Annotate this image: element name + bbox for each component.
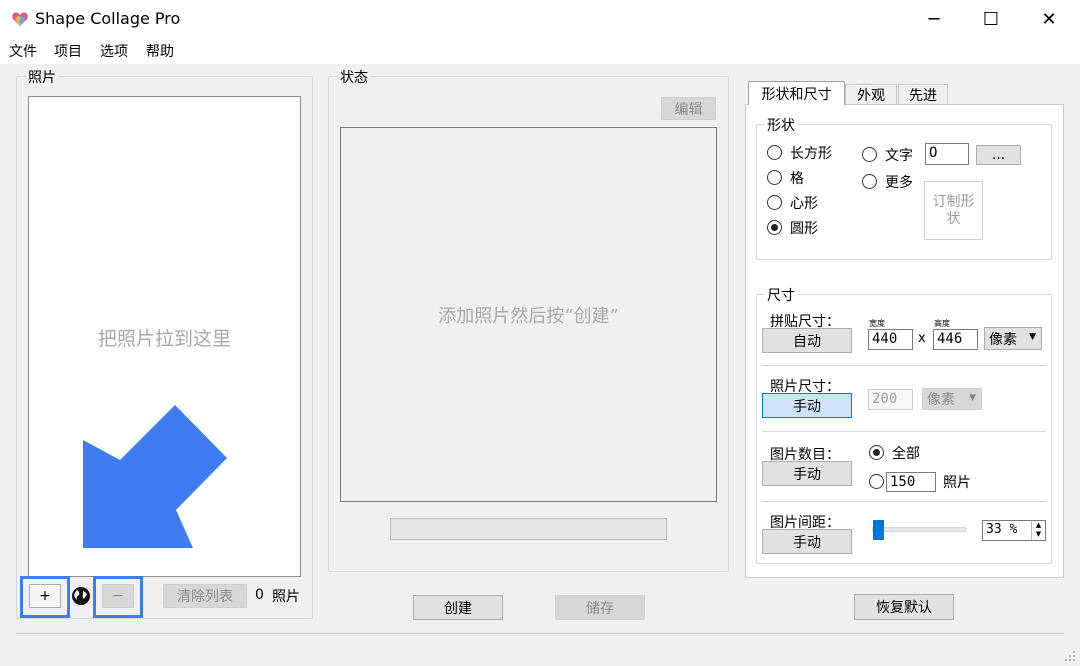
globe-icon[interactable] — [71, 586, 91, 606]
photo-count-unit: 照片 — [272, 589, 300, 605]
photo-drop-hint: 把照片拉到这里 — [97, 328, 231, 350]
height-caption: 高度 — [934, 319, 950, 328]
tab-shape-size[interactable]: 形状和尺寸 — [748, 81, 845, 105]
count-unit-label: 照片 — [943, 475, 971, 491]
menu-project[interactable]: 项目 — [54, 41, 82, 61]
restore-defaults-button[interactable]: 恢复默认 — [854, 594, 954, 620]
preview-hint: 添加照片然后按“创建” — [438, 306, 619, 327]
menu-help[interactable]: 帮助 — [146, 41, 174, 61]
edit-button[interactable]: 编辑 — [661, 97, 716, 120]
close-button[interactable]: ✕ — [1020, 0, 1078, 38]
tab-appearance[interactable]: 外观 — [845, 84, 897, 105]
app-logo-icon — [10, 9, 30, 29]
size-separator-2 — [762, 431, 1046, 432]
minimize-button[interactable]: ─ — [905, 0, 963, 38]
progress-bar — [390, 518, 667, 540]
size-separator-1 — [762, 365, 1046, 366]
size-unit-select[interactable]: 像素 ▼ — [984, 327, 1042, 350]
menu-file[interactable]: 文件 — [9, 41, 37, 61]
remove-button-highlight — [93, 576, 143, 618]
shape-group-label: 形状 — [765, 115, 797, 135]
shape-circle-radio[interactable] — [767, 220, 782, 235]
save-button[interactable]: 储存 — [555, 595, 645, 620]
size-group-label: 尺寸 — [765, 285, 797, 305]
dropdown-arrow-icon: ▼ — [1029, 332, 1036, 342]
image-count-manual-button[interactable]: 手动 — [762, 461, 852, 486]
photo-size-input[interactable]: 200 — [868, 389, 913, 410]
shape-text-input[interactable]: O — [925, 143, 969, 165]
window-title: Shape Collage Pro — [35, 9, 181, 28]
shape-circle-label: 圆形 — [790, 221, 818, 237]
size-unit-value: 像素 — [989, 331, 1017, 348]
size-separator-3 — [762, 501, 1046, 502]
photo-unit-value: 像素 — [927, 392, 955, 408]
add-button-highlight — [20, 576, 70, 618]
ellipsis-button[interactable]: ... — [976, 145, 1021, 165]
dropdown-arrow-icon: ▼ — [969, 393, 976, 403]
shape-rectangle-radio[interactable] — [767, 145, 782, 160]
photo-count: 0 — [255, 587, 264, 603]
clear-list-button[interactable]: 清除列表 — [163, 584, 247, 608]
shape-grid-label: 格 — [790, 171, 804, 187]
shape-grid-radio[interactable] — [767, 170, 782, 185]
shape-text-radio[interactable] — [862, 147, 877, 162]
photo-size-manual-button[interactable]: 手动 — [762, 393, 852, 418]
shape-more-radio[interactable] — [862, 174, 877, 189]
resize-grip-icon[interactable] — [1064, 650, 1076, 662]
maximize-button[interactable]: ☐ — [962, 0, 1020, 38]
title-bar: Shape Collage Pro ─ ☐ ✕ — [0, 0, 1080, 38]
shape-heart-label: 心形 — [790, 196, 818, 212]
shape-more-label: 更多 — [885, 175, 913, 191]
menu-options[interactable]: 选项 — [100, 41, 128, 61]
spacing-slider-thumb[interactable] — [873, 520, 884, 540]
spacing-manual-button[interactable]: 手动 — [762, 529, 852, 554]
custom-shape-button[interactable]: 订制形状 — [924, 181, 983, 240]
status-group-label: 状态 — [338, 67, 370, 87]
count-number-input[interactable]: 150 — [886, 472, 936, 492]
spacing-slider-track[interactable] — [872, 520, 966, 540]
shape-rectangle-label: 长方形 — [790, 146, 832, 162]
collage-size-auto-button[interactable]: 自动 — [762, 328, 852, 353]
menu-bar: 文件 项目 选项 帮助 — [0, 38, 1080, 64]
height-input[interactable]: 446 — [933, 329, 978, 350]
tab-advanced[interactable]: 先进 — [898, 84, 948, 105]
photos-group-label: 照片 — [26, 67, 58, 87]
create-button[interactable]: 创建 — [413, 595, 503, 620]
shape-text-label: 文字 — [885, 148, 913, 164]
count-number-radio[interactable] — [869, 474, 884, 489]
width-caption: 宽度 — [869, 319, 885, 328]
count-all-radio[interactable] — [869, 445, 884, 460]
arrow-icon — [80, 400, 230, 552]
count-all-label: 全部 — [892, 446, 920, 462]
times-symbol: x — [918, 331, 926, 346]
shape-heart-radio[interactable] — [767, 195, 782, 210]
custom-shape-label: 订制形状 — [932, 193, 975, 227]
width-input[interactable]: 440 — [868, 329, 913, 350]
photo-unit-select[interactable]: 像素 ▼ — [922, 388, 982, 410]
status-bar-divider — [16, 633, 1064, 634]
spinner-arrows-icon[interactable]: ▲ ▼ — [1031, 521, 1045, 540]
